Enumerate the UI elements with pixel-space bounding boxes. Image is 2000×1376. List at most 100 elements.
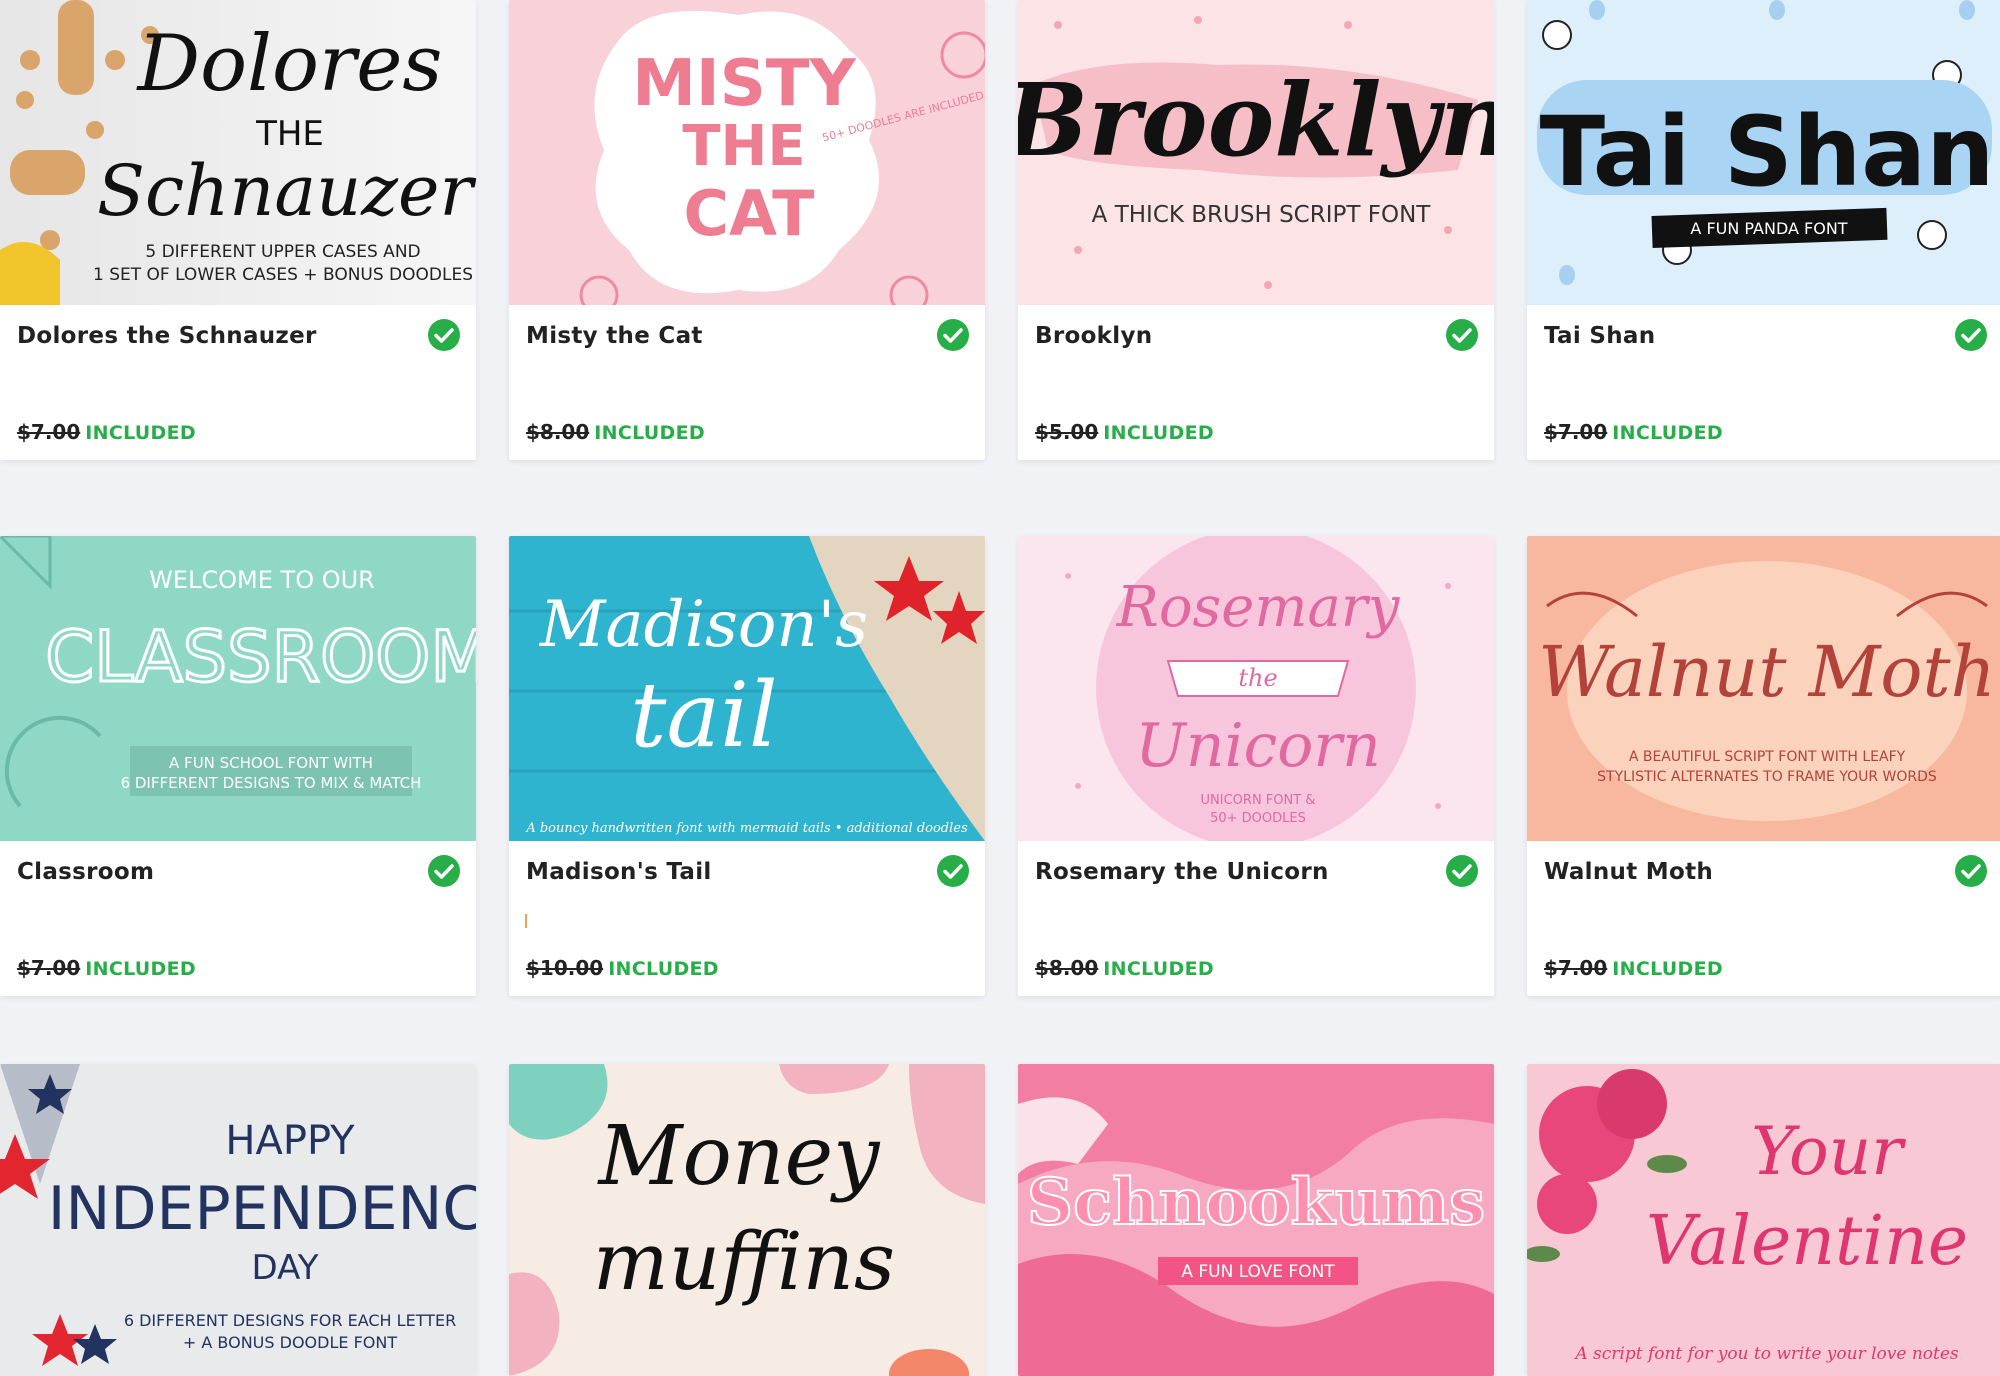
thumb-line: Valentine (1646, 1202, 1968, 1281)
price-row: $7.00 INCLUDED (17, 420, 196, 444)
thumb-line: A BEAUTIFUL SCRIPT FONT WITH LEAFY (1629, 749, 1906, 765)
original-price: $8.00 (1035, 956, 1099, 980)
original-price: $7.00 (1544, 420, 1608, 444)
text-cursor (525, 914, 527, 928)
product-card[interactable]: Tai Shan A FUN PANDA FONT Tai Shan $7.00… (1527, 0, 2000, 460)
thumb-line: tail (630, 663, 777, 768)
product-card[interactable]: Your Valentine A script font for you to … (1527, 1064, 2000, 1376)
product-title[interactable]: Dolores the Schnauzer (17, 323, 317, 349)
thumb-line: Brooklyn (1018, 61, 1494, 179)
product-thumbnail[interactable]: HAPPY INDEPENDENCE DAY 6 DIFFERENT DESIG… (0, 1064, 476, 1376)
included-badge: INCLUDED (85, 422, 196, 444)
product-card[interactable]: Rosemary the Unicorn UNICORN FONT & 50+ … (1018, 536, 1494, 996)
thumb-line: Schnauzer (97, 150, 476, 232)
thumb-line: muffins (593, 1215, 895, 1308)
product-thumbnail[interactable]: Your Valentine A script font for you to … (1527, 1064, 2000, 1376)
product-thumbnail[interactable]: Madison's tail A bouncy handwritten font… (509, 536, 985, 841)
product-title[interactable]: Rosemary the Unicorn (1035, 859, 1329, 885)
thumb-line: CAT (684, 177, 815, 250)
product-title[interactable]: Madison's Tail (526, 859, 712, 885)
original-price: $7.00 (1544, 956, 1608, 980)
thumb-line: DAY (252, 1248, 319, 1288)
product-title[interactable]: Brooklyn (1035, 323, 1152, 349)
included-badge: INCLUDED (1103, 422, 1214, 444)
product-thumbnail[interactable]: MISTY THE CAT 50+ DOODLES ARE INCLUDED (509, 0, 985, 305)
thumb-line: + A BONUS DOODLE FONT (183, 1333, 397, 1352)
product-thumbnail[interactable]: Schnookums A FUN LOVE FONT (1018, 1064, 1494, 1376)
original-price: $7.00 (17, 956, 81, 980)
thumb-line: 50+ DOODLES (1210, 811, 1306, 826)
product-card[interactable]: Madison's tail A bouncy handwritten font… (509, 536, 985, 996)
thumb-line: A FUN PANDA FONT (1690, 219, 1847, 238)
thumb-line: STYLISTIC ALTERNATES TO FRAME YOUR WORDS (1597, 769, 1937, 785)
product-card[interactable]: Brooklyn A THICK BRUSH SCRIPT FONT Brook… (1018, 0, 1494, 460)
included-badge: INCLUDED (594, 422, 705, 444)
thumb-line: Walnut Moth (1538, 631, 1996, 713)
product-card[interactable]: HAPPY INDEPENDENCE DAY 6 DIFFERENT DESIG… (0, 1064, 476, 1376)
original-price: $10.00 (526, 956, 604, 980)
product-thumbnail[interactable]: Brooklyn A THICK BRUSH SCRIPT FONT (1018, 0, 1494, 305)
product-title[interactable]: Misty the Cat (526, 323, 703, 349)
product-thumbnail[interactable]: Dolores THE Schnauzer 5 DIFFERENT UPPER … (0, 0, 476, 305)
price-row: $7.00 INCLUDED (1544, 420, 1723, 444)
thumb-line: Unicorn (1135, 711, 1380, 781)
product-thumbnail[interactable]: WELCOME TO OUR CLASSROOM A FUN SCHOOL FO… (0, 536, 476, 841)
check-circle-icon (937, 319, 969, 351)
thumb-line: MISTY (632, 47, 856, 121)
product-card[interactable]: Money muffins (509, 1064, 985, 1376)
thumb-line: UNICORN FONT & (1201, 793, 1316, 808)
check-circle-icon (1446, 855, 1478, 887)
thumb-line: Dolores (136, 19, 443, 109)
included-badge: INCLUDED (85, 958, 196, 980)
price-row: $8.00 INCLUDED (1035, 956, 1214, 980)
product-card[interactable]: Walnut Moth A BEAUTIFUL SCRIPT FONT WITH… (1527, 536, 2000, 996)
product-title[interactable]: Tai Shan (1544, 323, 1655, 349)
product-thumbnail[interactable]: Walnut Moth A BEAUTIFUL SCRIPT FONT WITH… (1527, 536, 2000, 841)
price-row: $8.00 INCLUDED (526, 420, 705, 444)
thumb-line: THE (682, 114, 805, 179)
check-circle-icon (428, 319, 460, 351)
check-circle-icon (428, 855, 460, 887)
thumb-line: A FUN SCHOOL FONT WITH (169, 754, 373, 772)
original-price: $5.00 (1035, 420, 1099, 444)
original-price: $7.00 (17, 420, 81, 444)
original-price: $8.00 (526, 420, 590, 444)
price-row: $7.00 INCLUDED (17, 956, 196, 980)
product-card[interactable]: Dolores THE Schnauzer 5 DIFFERENT UPPER … (0, 0, 476, 460)
thumb-line: Rosemary (1116, 575, 1401, 640)
check-circle-icon (1955, 319, 1987, 351)
product-thumbnail[interactable]: Rosemary the Unicorn UNICORN FONT & 50+ … (1018, 536, 1494, 841)
thumb-line: A bouncy handwritten font with mermaid t… (525, 821, 968, 836)
thumb-line: A FUN LOVE FONT (1181, 1262, 1335, 1282)
thumb-line: 6 DIFFERENT DESIGNS TO MIX & MATCH (121, 774, 422, 792)
thumb-line: A script font for you to write your love… (1573, 1344, 1959, 1364)
thumb-line: WELCOME TO OUR (149, 566, 375, 594)
thumb-line: THE (255, 114, 324, 154)
product-thumbnail[interactable]: Tai Shan A FUN PANDA FONT (1527, 0, 2000, 305)
check-circle-icon (1955, 855, 1987, 887)
price-row: $5.00 INCLUDED (1035, 420, 1214, 444)
thumb-line: Money (597, 1109, 882, 1204)
product-title[interactable]: Walnut Moth (1544, 859, 1713, 885)
included-badge: INCLUDED (1103, 958, 1214, 980)
thumb-line: Schnookums (1027, 1165, 1485, 1240)
thumb-line: Madison's (539, 588, 868, 662)
product-grid: Dolores THE Schnauzer 5 DIFFERENT UPPER … (0, 0, 2000, 1376)
product-thumbnail[interactable]: Money muffins (509, 1064, 985, 1376)
thumb-line: Your (1751, 1113, 1906, 1190)
included-badge: INCLUDED (608, 958, 719, 980)
thumb-line: A THICK BRUSH SCRIPT FONT (1092, 202, 1432, 228)
included-badge: INCLUDED (1612, 958, 1723, 980)
thumb-line: 1 SET OF LOWER CASES + BONUS DOODLES (93, 265, 473, 285)
product-card[interactable]: Schnookums A FUN LOVE FONT (1018, 1064, 1494, 1376)
thumb-line: 6 DIFFERENT DESIGNS FOR EACH LETTER (124, 1311, 456, 1330)
product-card[interactable]: WELCOME TO OUR CLASSROOM A FUN SCHOOL FO… (0, 536, 476, 996)
thumb-line: INDEPENDENCE (48, 1174, 476, 1244)
product-card[interactable]: MISTY THE CAT 50+ DOODLES ARE INCLUDED M… (509, 0, 985, 460)
product-title[interactable]: Classroom (17, 859, 154, 885)
price-row: $7.00 INCLUDED (1544, 956, 1723, 980)
check-circle-icon (1446, 319, 1478, 351)
check-circle-icon (937, 855, 969, 887)
thumb-line: 5 DIFFERENT UPPER CASES AND (145, 242, 420, 262)
price-row: $10.00 INCLUDED (526, 956, 719, 980)
